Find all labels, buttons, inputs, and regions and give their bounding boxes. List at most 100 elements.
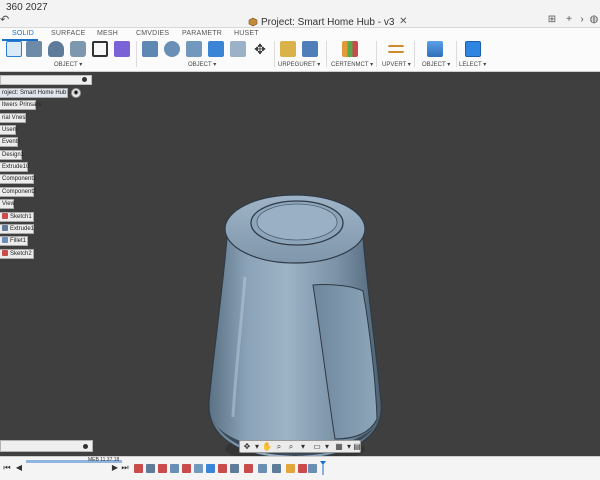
orbit-icon[interactable]: ✥ xyxy=(242,442,252,452)
create-form-icon[interactable] xyxy=(114,41,130,57)
tree-item[interactable]: Component2 xyxy=(0,187,37,197)
play-icon[interactable]: ▶ xyxy=(110,463,120,473)
new-tab-icon[interactable]: ⊞ xyxy=(546,14,558,26)
move-icon[interactable]: ✥ xyxy=(252,41,268,57)
undo-icon[interactable]: ↶ xyxy=(0,13,14,27)
loft-icon[interactable] xyxy=(92,41,108,57)
joint-icon[interactable] xyxy=(302,41,318,57)
tree-item-feature[interactable]: Extrude1 xyxy=(0,224,34,234)
tree-item[interactable]: Design1 xyxy=(0,150,25,160)
timeline-fillet-icon[interactable] xyxy=(170,464,179,473)
timeline-sketch-icon[interactable] xyxy=(218,464,227,473)
new-sketch-icon[interactable] xyxy=(6,41,22,57)
chamfer-icon[interactable] xyxy=(186,41,202,57)
comments-panel[interactable] xyxy=(0,440,93,452)
pan-icon[interactable]: ✋ xyxy=(262,442,272,452)
timeline-sketch-icon[interactable] xyxy=(158,464,167,473)
viewports-icon[interactable]: ▤ xyxy=(352,442,362,452)
fillet-icon[interactable] xyxy=(164,41,180,57)
timeline-warning-icon[interactable] xyxy=(286,464,295,473)
add-icon[interactable]: + xyxy=(563,14,575,26)
tree-item[interactable]: rial Vnes xyxy=(0,113,26,123)
notification-icon[interactable]: ◍ xyxy=(588,14,600,26)
panel-menu-icon[interactable] xyxy=(82,77,87,82)
timeline-chamfer-icon[interactable] xyxy=(194,464,203,473)
zoom-icon[interactable]: ⌕ xyxy=(274,442,284,452)
tab-parametr[interactable]: PARAMETR xyxy=(182,30,222,37)
ribbon-separator xyxy=(326,41,327,67)
press-pull-icon[interactable] xyxy=(142,41,158,57)
group-label-modify[interactable]: OBJECT ▾ xyxy=(188,61,216,68)
timeline-sketch-icon[interactable] xyxy=(244,464,253,473)
tab-huset[interactable]: HUSET xyxy=(234,30,259,37)
extrude-icon xyxy=(2,225,8,232)
chevron-down-icon[interactable]: ▾ xyxy=(322,442,332,452)
smart-home-hub-model[interactable] xyxy=(195,187,395,467)
tree-item-label: Extrude10 xyxy=(2,164,30,170)
tree-item[interactable]: Extrude10 xyxy=(0,162,30,172)
chevron-down-icon[interactable]: ▾ xyxy=(298,442,308,452)
timeline-fillet-icon[interactable] xyxy=(308,464,317,473)
tab-cmvdies[interactable]: CMVDIES xyxy=(136,30,169,37)
insert-image-icon[interactable] xyxy=(427,41,443,57)
tree-item[interactable]: Usem xyxy=(0,125,18,135)
tree-item[interactable]: Events xyxy=(0,137,20,147)
display-settings-icon[interactable]: ▭ xyxy=(312,442,322,452)
sweep-icon[interactable] xyxy=(70,41,86,57)
look-at-icon[interactable]: ▾ xyxy=(252,442,262,452)
combine-icon[interactable] xyxy=(230,41,246,57)
timeline-marker-icon[interactable] xyxy=(320,461,326,475)
group-label-create[interactable]: OBJECT ▾ xyxy=(54,61,82,68)
timeline-sketch-icon[interactable] xyxy=(134,464,143,473)
timeline-extrude-icon[interactable] xyxy=(272,464,281,473)
timeline-extrude-icon[interactable] xyxy=(146,464,155,473)
3d-viewport[interactable] xyxy=(0,72,600,463)
select-icon[interactable] xyxy=(465,41,481,57)
ribbon-separator xyxy=(376,41,377,67)
tree-root[interactable]: roject: Smart Home Hub - v3 xyxy=(0,88,78,98)
tab-mesh[interactable]: MESH xyxy=(97,30,118,37)
timeline-shell-icon[interactable] xyxy=(206,464,215,473)
activate-radio-icon[interactable]: ◉ xyxy=(71,88,81,98)
tree-item[interactable]: ltwers Prinsars xyxy=(0,100,41,110)
tree-item[interactable]: Component1 xyxy=(0,174,36,184)
tab-surface[interactable]: SURFACE xyxy=(51,30,85,37)
panel-menu-icon[interactable] xyxy=(83,444,88,449)
document-tab[interactable]: Project: Smart Home Hub - v3 ✕ xyxy=(248,16,409,28)
group-label-inspect[interactable]: UPVERT ▾ xyxy=(382,61,411,68)
extrude-icon[interactable] xyxy=(26,41,42,57)
close-tab-icon[interactable]: ✕ xyxy=(397,16,409,28)
ribbon-separator xyxy=(274,41,275,67)
browser-panel-header[interactable] xyxy=(0,75,92,85)
revolve-icon[interactable] xyxy=(48,41,64,57)
timeline-extrude-icon[interactable] xyxy=(230,464,239,473)
group-label-construct[interactable]: CERTENMCT ▾ xyxy=(331,61,373,68)
step-back-icon[interactable]: ◀ xyxy=(14,463,24,473)
grid-icon[interactable]: ▦ xyxy=(334,442,344,452)
tree-item-label: Design1 xyxy=(2,152,25,158)
measure-icon[interactable] xyxy=(388,45,404,53)
ribbon-separator xyxy=(136,41,137,67)
ribbon-separator xyxy=(414,41,415,67)
tree-item-sketch[interactable]: Sketch1 xyxy=(0,212,34,222)
timeline-sketch-icon[interactable] xyxy=(298,464,307,473)
group-label-insert[interactable]: OBJECT ▾ xyxy=(422,61,450,68)
tree-item-label: Component2 xyxy=(2,189,37,195)
timeline-fillet-icon[interactable] xyxy=(258,464,267,473)
timeline-sketch-icon[interactable] xyxy=(182,464,191,473)
tree-item-sketch[interactable]: Sketch2 xyxy=(0,249,34,259)
tree-item-feature[interactable]: Fillet1 xyxy=(0,236,28,246)
go-to-end-icon[interactable]: ⏭ xyxy=(120,463,130,473)
group-label-select[interactable]: LELECT ▾ xyxy=(459,61,486,68)
tab-solid[interactable]: SOLID xyxy=(12,30,34,37)
shell-icon[interactable] xyxy=(208,41,224,57)
new-component-icon[interactable] xyxy=(280,41,296,57)
group-label-assemble[interactable]: URPEGURET ▾ xyxy=(278,61,320,68)
construct-plane-icon[interactable] xyxy=(342,41,358,57)
tree-item[interactable]: View xyxy=(0,199,15,209)
chevron-right-icon[interactable]: › xyxy=(576,14,588,26)
fit-icon[interactable]: ⌕ xyxy=(286,442,296,452)
tree-item-label: Sketch2 xyxy=(10,251,32,257)
tree-root-label: roject: Smart Home Hub - v3 xyxy=(2,90,79,96)
go-to-start-icon[interactable]: ⏮ xyxy=(2,463,12,473)
